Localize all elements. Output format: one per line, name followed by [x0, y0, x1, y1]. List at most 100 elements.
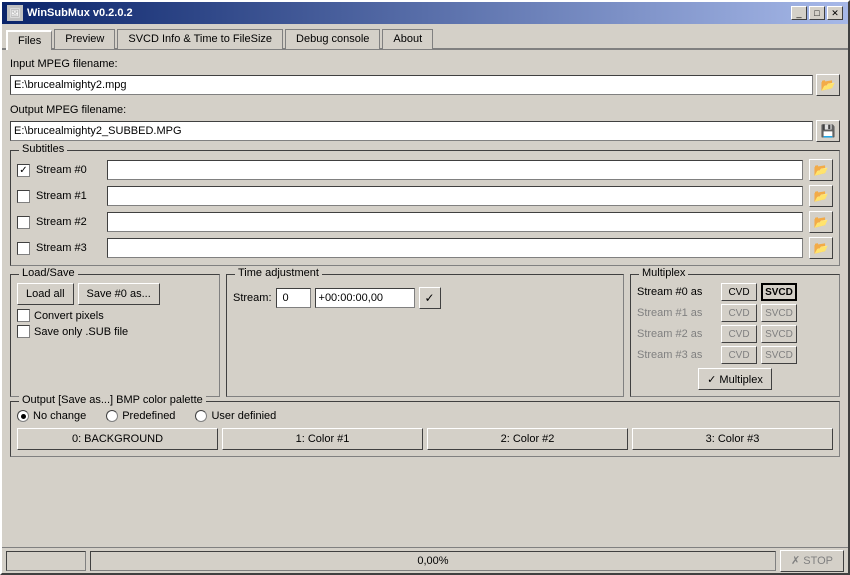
color-btn-0[interactable]: 0: BACKGROUND: [17, 428, 218, 450]
color-btn-1[interactable]: 1: Color #1: [222, 428, 423, 450]
stream-row-0: Stream #0 📂: [17, 159, 833, 181]
mux-cvd-0[interactable]: CVD: [721, 283, 757, 301]
tab-about[interactable]: About: [382, 29, 433, 49]
radio-no-change-btn[interactable]: [17, 410, 29, 422]
color-btn-3[interactable]: 3: Color #3: [632, 428, 833, 450]
radio-predefined-label: Predefined: [122, 410, 175, 422]
stop-button[interactable]: ✗ STOP: [780, 550, 844, 572]
multiplex-bottom: ✓ Multiplex: [637, 368, 833, 390]
time-stream-spinner[interactable]: [276, 288, 311, 308]
mux-svcd-1[interactable]: SVCD: [761, 304, 797, 322]
output-filename[interactable]: [10, 121, 813, 141]
mux-row-1: Stream #1 as CVD SVCD: [637, 304, 833, 322]
time-value-input[interactable]: [315, 288, 415, 308]
time-check-button[interactable]: ✓: [419, 287, 441, 309]
stream3-label: Stream #3: [36, 242, 101, 254]
multiplex-group: Multiplex Stream #0 as CVD SVCD Stream #…: [630, 274, 840, 397]
save-sub-row: Save only .SUB file: [17, 325, 213, 338]
stream1-input[interactable]: [107, 186, 803, 206]
time-adj-title: Time adjustment: [235, 267, 322, 279]
save-as-button[interactable]: Save #0 as...: [78, 283, 160, 305]
close-button[interactable]: ✕: [827, 6, 843, 20]
output-palette-title: Output [Save as...] BMP color palette: [19, 394, 206, 406]
window-title: WinSubMux v0.2.0.2: [27, 7, 133, 19]
save-sub-label: Save only .SUB file: [34, 326, 128, 338]
stream-row-3: Stream #3 📂: [17, 237, 833, 259]
radio-user-defined: User definied: [195, 410, 276, 422]
mux-label-2: Stream #2 as: [637, 328, 717, 340]
stream0-browse[interactable]: 📂: [809, 159, 833, 181]
input-label: Input MPEG filename:: [10, 58, 840, 70]
load-save-group: Load/Save Load all Save #0 as... Convert…: [10, 274, 220, 397]
color-btn-2[interactable]: 2: Color #2: [427, 428, 628, 450]
stream0-checkbox[interactable]: [17, 164, 30, 177]
input-filename[interactable]: [10, 75, 813, 95]
title-buttons: _ □ ✕: [791, 6, 843, 20]
tab-files[interactable]: Files: [6, 30, 52, 50]
stream-row-2: Stream #2 📂: [17, 211, 833, 233]
radio-row: No change Predefined User definied: [17, 410, 833, 422]
convert-pixels-checkbox[interactable]: [17, 309, 30, 322]
mux-label-3: Stream #3 as: [637, 349, 717, 361]
color-buttons-row: 0: BACKGROUND 1: Color #1 2: Color #2 3:…: [17, 428, 833, 450]
tab-svcd-info[interactable]: SVCD Info & Time to FileSize: [117, 29, 283, 49]
mux-cvd-3[interactable]: CVD: [721, 346, 757, 364]
multiplex-title: Multiplex: [639, 267, 688, 279]
time-adjustment-group: Time adjustment Stream: ✓: [226, 274, 624, 397]
input-browse-button[interactable]: 📂: [816, 74, 840, 96]
mux-cvd-2[interactable]: CVD: [721, 325, 757, 343]
radio-no-change-label: No change: [33, 410, 86, 422]
mux-label-0: Stream #0 as: [637, 286, 717, 298]
radio-predefined-btn[interactable]: [106, 410, 118, 422]
save-sub-checkbox[interactable]: [17, 325, 30, 338]
mux-cvd-1[interactable]: CVD: [721, 304, 757, 322]
minimize-button[interactable]: _: [791, 6, 807, 20]
main-window: 🖼 WinSubMux v0.2.0.2 _ □ ✕ Files Preview…: [0, 0, 850, 575]
stream3-browse[interactable]: 📂: [809, 237, 833, 259]
title-bar-left: 🖼 WinSubMux v0.2.0.2: [7, 5, 133, 21]
stream2-label: Stream #2: [36, 216, 101, 228]
mux-row-2: Stream #2 as CVD SVCD: [637, 325, 833, 343]
output-row: 💾: [10, 120, 840, 142]
stream1-label: Stream #1: [36, 190, 101, 202]
mux-svcd-0[interactable]: SVCD: [761, 283, 797, 301]
convert-pixels-label: Convert pixels: [34, 310, 104, 322]
output-browse-button[interactable]: 💾: [816, 120, 840, 142]
stream-label: Stream:: [233, 292, 272, 304]
mux-label-1: Stream #1 as: [637, 307, 717, 319]
stream3-checkbox[interactable]: [17, 242, 30, 255]
bottom-section: Load/Save Load all Save #0 as... Convert…: [10, 274, 840, 397]
title-bar: 🖼 WinSubMux v0.2.0.2 _ □ ✕: [2, 2, 848, 24]
radio-user-defined-btn[interactable]: [195, 410, 207, 422]
stream2-input[interactable]: [107, 212, 803, 232]
radio-no-change: No change: [17, 410, 86, 422]
stream0-input[interactable]: [107, 160, 803, 180]
stream1-browse[interactable]: 📂: [809, 185, 833, 207]
output-label: Output MPEG filename:: [10, 104, 840, 116]
convert-pixels-row: Convert pixels: [17, 309, 213, 322]
main-content: Input MPEG filename: 📂 Output MPEG filen…: [2, 50, 848, 547]
tab-debug[interactable]: Debug console: [285, 29, 380, 49]
stream-row-1: Stream #1 📂: [17, 185, 833, 207]
status-progress: 0,00%: [90, 551, 776, 571]
load-save-title: Load/Save: [19, 267, 78, 279]
stream1-checkbox[interactable]: [17, 190, 30, 203]
maximize-button[interactable]: □: [809, 6, 825, 20]
checkbox-group: Convert pixels Save only .SUB file: [17, 309, 213, 338]
mux-svcd-2[interactable]: SVCD: [761, 325, 797, 343]
tab-bar: Files Preview SVCD Info & Time to FileSi…: [2, 24, 848, 50]
stream2-browse[interactable]: 📂: [809, 211, 833, 233]
input-row: 📂: [10, 74, 840, 96]
radio-user-defined-label: User definied: [211, 410, 276, 422]
stream2-checkbox[interactable]: [17, 216, 30, 229]
mux-row-0: Stream #0 as CVD SVCD: [637, 283, 833, 301]
app-icon: 🖼: [7, 5, 23, 21]
tab-preview[interactable]: Preview: [54, 29, 115, 49]
status-bar: 0,00% ✗ STOP: [2, 547, 848, 573]
multiplex-button[interactable]: ✓ Multiplex: [698, 368, 772, 390]
stream0-label: Stream #0: [36, 164, 101, 176]
stream3-input[interactable]: [107, 238, 803, 258]
status-left: [6, 551, 86, 571]
load-all-button[interactable]: Load all: [17, 283, 74, 305]
mux-svcd-3[interactable]: SVCD: [761, 346, 797, 364]
